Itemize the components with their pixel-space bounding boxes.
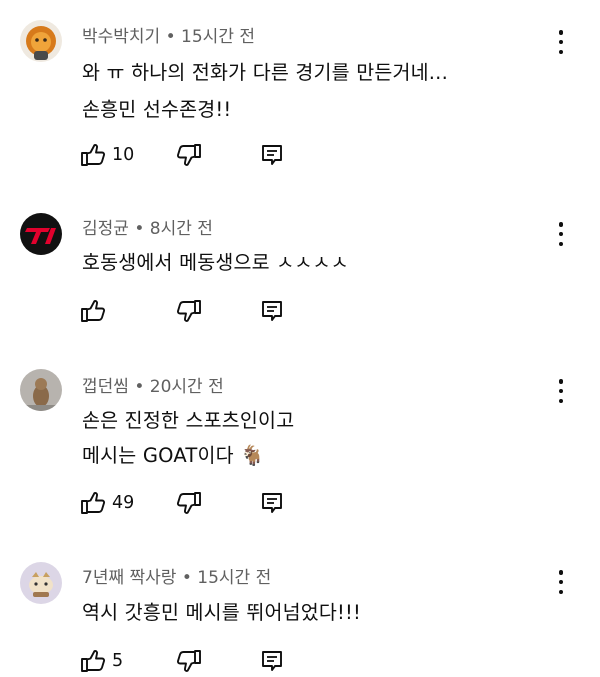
cartoon-avatar-icon [20,562,62,604]
comment-text-line: 역시 갓흥민 메시를 뛰어넘었다!!! [82,601,362,624]
like-button[interactable]: 10 [80,141,134,169]
reply-icon [262,301,282,321]
dislike-button[interactable] [176,297,202,325]
thumbs-up-icon [81,300,106,322]
meta-separator: • [181,568,192,588]
comment-time: 15시간 전 [181,27,256,47]
comment-meta: 껍던씸 • 20시간 전 [82,372,224,397]
like-button[interactable]: 49 [80,489,134,517]
thumbs-up-icon [81,650,106,672]
lion-avatar-icon [20,20,62,62]
comment-time: 20시간 전 [149,377,224,397]
meta-separator: • [134,219,145,239]
thumbs-down-icon [176,650,201,672]
reply-icon [262,651,282,671]
thumbs-down-icon [176,300,201,322]
dislike-button[interactable] [176,141,202,169]
like-count: 5 [112,651,124,671]
like-button[interactable]: 5 [80,647,123,675]
more-vert-icon[interactable] [549,28,573,56]
comment-time: 15시간 전 [197,568,272,588]
more-vert-icon[interactable] [549,377,573,405]
reply-button[interactable] [261,647,283,675]
dislike-button[interactable] [176,647,202,675]
more-vert-icon[interactable] [549,220,573,248]
comment-text-line: 메시는 GOAT이다 🐐 [82,444,265,467]
avatar[interactable] [20,562,62,604]
thumbs-up-icon [81,492,106,514]
comment-text-line: 손은 진정한 스포츠인이고 [82,409,295,432]
reply-icon [262,145,282,165]
author-name[interactable]: 박수박치기 [82,27,160,47]
reply-icon [262,493,282,513]
comment-meta: 김정균 • 8시간 전 [82,214,213,239]
meta-separator: • [134,377,145,397]
like-button[interactable] [80,297,112,325]
dog-photo-avatar-icon [20,369,62,411]
reply-button[interactable] [261,141,283,169]
t1-logo-avatar-icon [20,213,62,255]
comment-time: 8시간 전 [149,219,213,239]
comment-meta: 7년째 짝사랑 • 15시간 전 [82,563,271,588]
avatar[interactable] [20,20,62,62]
avatar[interactable] [20,213,62,255]
author-name[interactable]: 껍던씸 [82,377,129,397]
comment-meta: 박수박치기 • 15시간 전 [82,22,255,47]
more-vert-icon[interactable] [549,568,573,596]
like-count: 10 [112,145,135,165]
thumbs-up-icon [81,144,106,166]
avatar[interactable] [20,369,62,411]
thumbs-down-icon [176,144,201,166]
author-name[interactable]: 김정균 [82,219,129,239]
comment-text-line: 와 ㅠ 하나의 전화가 다른 경기를 만든거네... [82,61,448,84]
like-count: 49 [112,493,135,513]
reply-button[interactable] [261,297,283,325]
comment-text-line: 손흥민 선수존경!! [82,98,232,121]
reply-button[interactable] [261,489,283,517]
meta-separator: • [165,27,176,47]
thumbs-down-icon [176,492,201,514]
comment-text-line: 호동생에서 메동생으로 ㅅㅅㅅㅅ [82,251,349,274]
author-name[interactable]: 7년째 짝사랑 [82,568,176,588]
dislike-button[interactable] [176,489,202,517]
